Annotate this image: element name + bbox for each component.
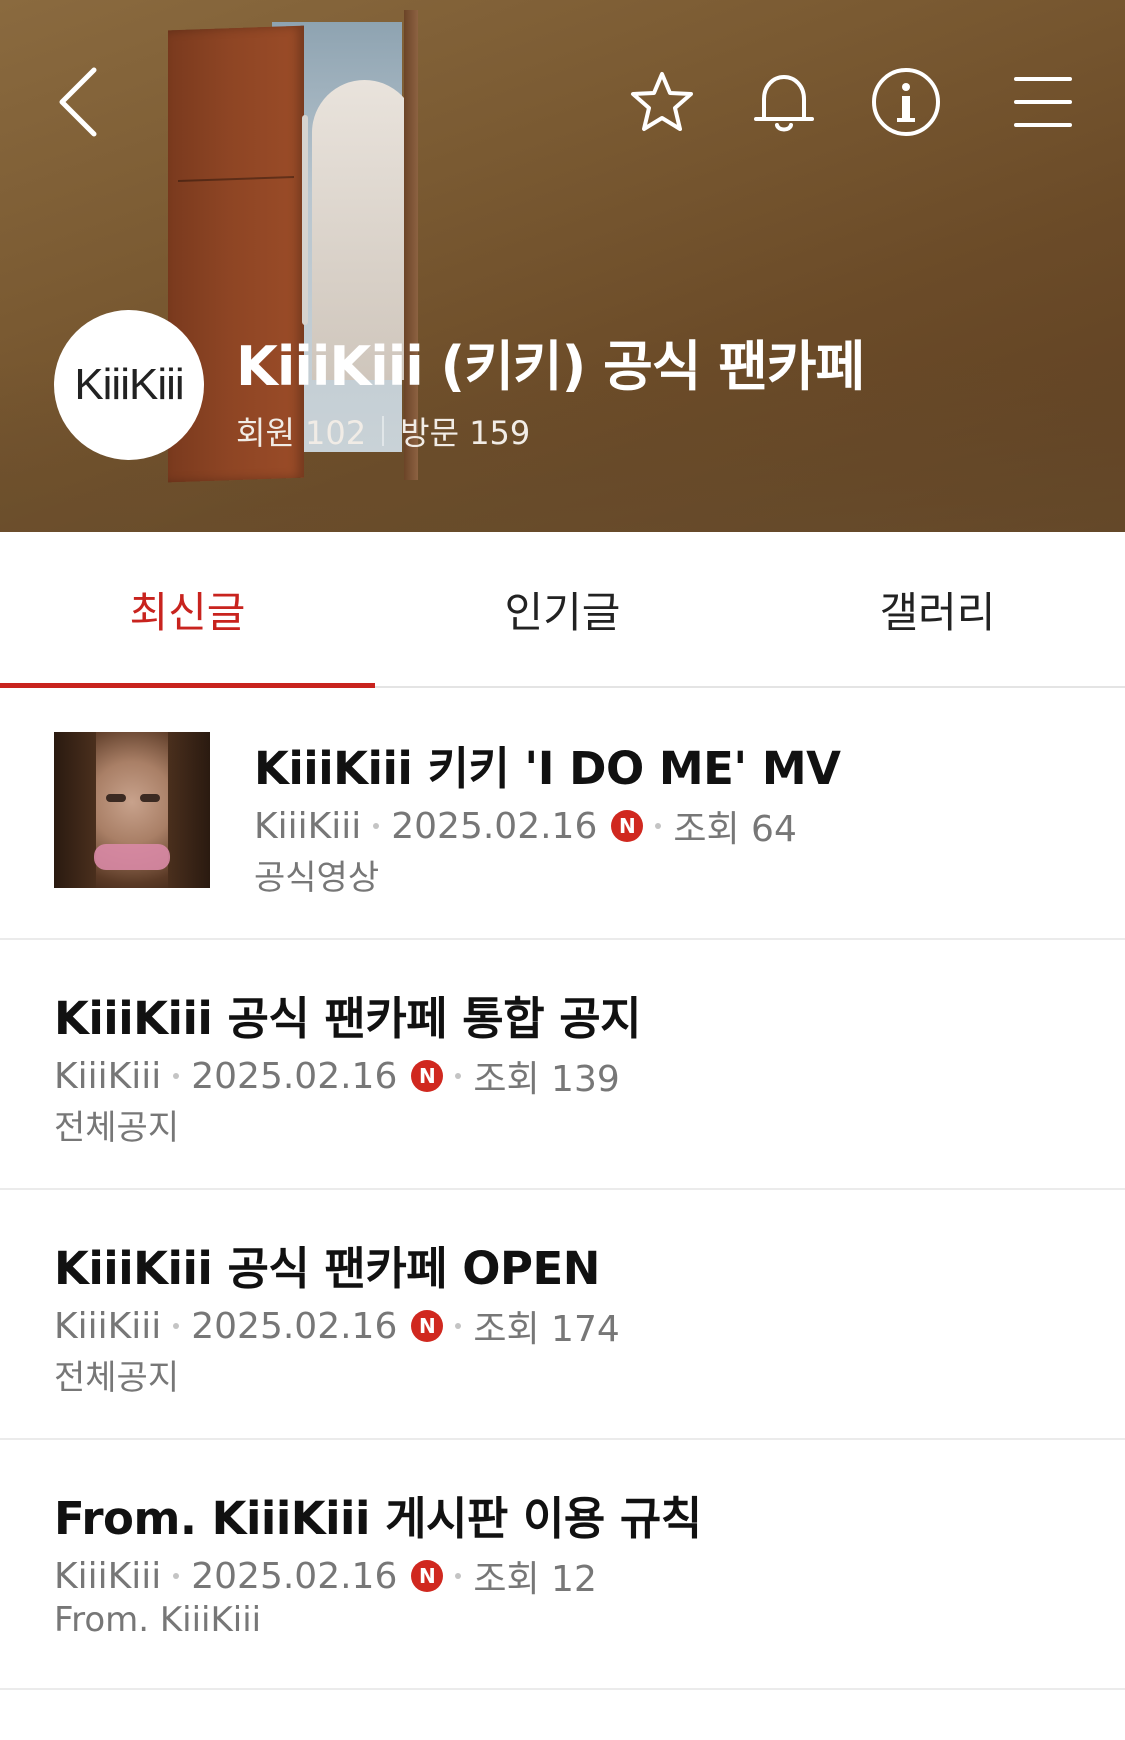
meta-dot	[173, 1573, 180, 1579]
post-item[interactable]: From. KiiiKiii 게시판 이용 규칙 KiiiKiii 2025.0…	[0, 1440, 1125, 1690]
post-date: 2025.02.16	[191, 1305, 398, 1347]
cafe-stats: 회원 102 방문 159	[236, 408, 530, 454]
visit-count: 방문 159	[400, 414, 531, 452]
cafe-logo-text: KiiiKiii	[74, 360, 184, 409]
meta-dot	[173, 1073, 180, 1079]
post-author: KiiiKiii	[254, 805, 362, 847]
post-views: 조회 12	[473, 1559, 597, 1600]
meta-dot	[373, 823, 380, 829]
chevron-left-icon	[59, 67, 97, 137]
post-meta: KiiiKiii 2025.02.16 N 조회 12	[54, 1550, 597, 1602]
post-item[interactable]: KiiiKiii 공식 팬카페 OPEN KiiiKiii 2025.02.16…	[0, 1190, 1125, 1440]
post-category: 공식영상	[254, 858, 380, 898]
tab-bar: 최신글 인기글 갤러리	[0, 532, 1125, 688]
favorite-button[interactable]	[622, 62, 702, 142]
hamburger-menu-icon	[1014, 77, 1072, 127]
tab-popular[interactable]: 인기글	[375, 532, 750, 686]
new-badge-icon: N	[411, 1060, 444, 1092]
post-category: From. KiiiKiii	[54, 1600, 262, 1640]
post-meta: KiiiKiii 2025.02.16 N 조회 139	[54, 1050, 620, 1102]
post-title: KiiiKiii 공식 팬카페 OPEN	[54, 1242, 600, 1295]
tab-gallery[interactable]: 갤러리	[750, 532, 1125, 686]
new-badge-icon: N	[411, 1560, 444, 1592]
post-date: 2025.02.16	[191, 1555, 398, 1597]
post-thumbnail	[54, 732, 210, 888]
post-meta: KiiiKiii 2025.02.16 N 조회 174	[54, 1300, 620, 1352]
meta-dot	[455, 1323, 462, 1329]
post-date: 2025.02.16	[391, 805, 598, 847]
post-author: KiiiKiii	[54, 1055, 162, 1097]
meta-dot	[455, 1073, 462, 1079]
post-category: 전체공지	[54, 1108, 180, 1148]
post-item[interactable]: KiiiKiii 공식 팬카페 통합 공지 KiiiKiii 2025.02.1…	[0, 940, 1125, 1190]
cafe-header-banner: KiiiKiii KiiiKiii (키키) 공식 팬카페 회원 102 방문 …	[0, 0, 1125, 532]
member-count: 회원 102	[236, 414, 367, 452]
new-badge-icon: N	[411, 1310, 444, 1342]
post-views: 조회 64	[673, 809, 797, 850]
new-badge-icon: N	[611, 810, 644, 842]
post-views: 조회 174	[473, 1309, 620, 1350]
cafe-logo[interactable]: KiiiKiii	[54, 310, 204, 460]
meta-dot	[173, 1323, 180, 1329]
post-item[interactable]: KiiiKiii 키키 'I DO ME' MV KiiiKiii 2025.0…	[0, 690, 1125, 940]
menu-button[interactable]	[1003, 62, 1083, 142]
post-title: From. KiiiKiii 게시판 이용 규칙	[54, 1492, 702, 1545]
star-icon	[631, 72, 693, 131]
notification-button[interactable]	[744, 62, 824, 142]
stats-divider	[382, 416, 385, 446]
tab-latest[interactable]: 최신글	[0, 532, 375, 688]
post-title: KiiiKiii 키키 'I DO ME' MV	[254, 742, 841, 795]
cafe-title: KiiiKiii (키키) 공식 팬카페	[236, 335, 865, 398]
info-button[interactable]	[866, 62, 946, 142]
meta-dot	[455, 1573, 462, 1579]
post-title: KiiiKiii 공식 팬카페 통합 공지	[54, 992, 642, 1045]
post-author: KiiiKiii	[54, 1555, 162, 1597]
post-views: 조회 139	[473, 1059, 620, 1100]
back-button[interactable]	[38, 62, 118, 142]
banner-door-handle	[302, 115, 308, 325]
bell-icon	[754, 75, 814, 132]
info-icon	[872, 68, 940, 136]
post-author: KiiiKiii	[54, 1305, 162, 1347]
meta-dot	[655, 823, 662, 829]
post-date: 2025.02.16	[191, 1055, 398, 1097]
post-category: 전체공지	[54, 1358, 180, 1398]
post-meta: KiiiKiii 2025.02.16 N 조회 64	[254, 800, 797, 852]
